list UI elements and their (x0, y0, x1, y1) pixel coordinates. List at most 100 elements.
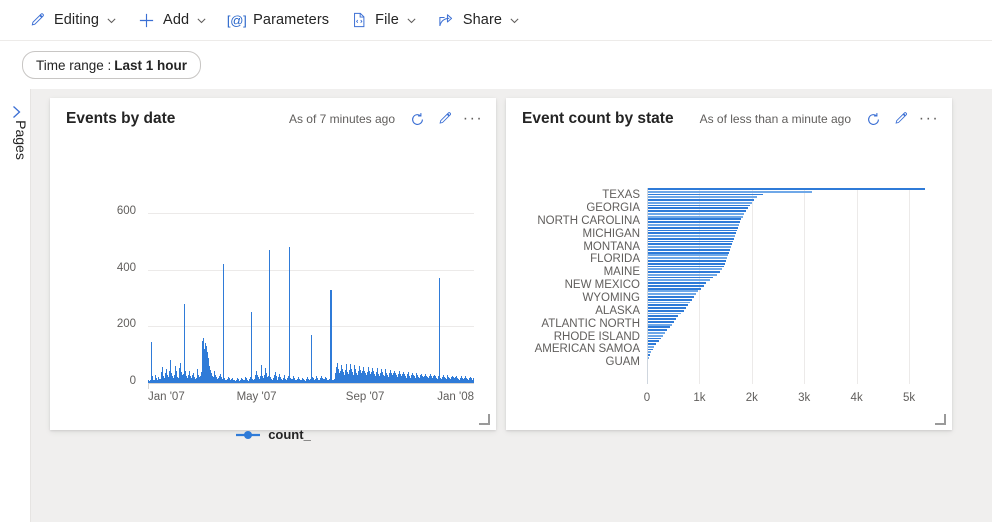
card-event-count-by-state: Event count by state As of less than a m… (506, 98, 952, 430)
category-label: ALASKA (595, 304, 640, 317)
bar (647, 221, 741, 224)
bar (647, 257, 727, 260)
category-label: GUAM (605, 356, 641, 369)
y-tick-label: 600 (116, 205, 136, 217)
refresh-icon[interactable] (860, 106, 886, 132)
gridline (909, 188, 911, 384)
category-label: FLORIDA (590, 253, 640, 266)
bar (647, 337, 661, 340)
bar (311, 334, 313, 383)
bar (647, 218, 742, 221)
card-header-actions: As of less than a minute ago ··· (700, 106, 942, 132)
category-label: TEXAS (602, 189, 640, 201)
file-button[interactable]: File (343, 4, 423, 36)
event-count-by-state-chart[interactable]: 0 1k 2k 3k 4k 5k TEXAS GEORGIA NORTH CAROLINA MIC… (506, 140, 952, 430)
category-label: WYOMING (582, 291, 641, 304)
parameters-label: Parameters (253, 12, 330, 28)
card-resize-handle[interactable] (479, 414, 490, 425)
x-tick-label: Jan '07 (148, 391, 185, 403)
ellipsis-icon[interactable]: ··· (460, 106, 486, 132)
category-label: AMERICAN SAMOA (534, 343, 640, 356)
bar (647, 193, 764, 196)
bar (647, 254, 728, 257)
bar (647, 312, 682, 315)
bar (647, 271, 721, 273)
bar (647, 326, 670, 329)
category-label: NEW MEXICO (564, 279, 640, 291)
card-resize-handle[interactable] (935, 414, 946, 425)
parameters-button[interactable]: [@] Parameters (221, 4, 335, 36)
bar (647, 284, 704, 287)
bar (647, 296, 695, 298)
y-tick-label: 200 (116, 318, 136, 331)
x-tick-label: 2k (745, 392, 758, 404)
x-tick-label: 0 (643, 392, 651, 404)
time-range-prefix: Time range : (36, 57, 112, 73)
category-label: GEORGIA (586, 201, 640, 214)
editing-label: Editing (54, 12, 100, 28)
edit-pencil-icon[interactable] (432, 106, 458, 132)
gridline (148, 326, 474, 328)
time-range-filter[interactable]: Time range : Last 1 hour (22, 51, 202, 79)
bar (647, 251, 729, 254)
chevron-down-icon (406, 15, 417, 26)
bar (647, 237, 734, 240)
bar (647, 212, 745, 215)
refresh-icon[interactable] (404, 106, 430, 132)
add-label: Add (163, 12, 190, 28)
x-axis-line (148, 383, 474, 384)
card-header-actions: As of 7 minutes ago ··· (289, 106, 486, 132)
editing-button[interactable]: Editing (22, 4, 123, 36)
dashboard-canvas: Pages Events by date As of 7 minutes ago… (0, 89, 992, 522)
code-file-icon (349, 11, 368, 30)
as-of-label: As of less than a minute ago (699, 112, 851, 126)
bar (647, 190, 813, 193)
bar (647, 329, 668, 332)
bar (269, 249, 271, 383)
category-label: MAINE (603, 266, 640, 279)
edit-pencil-icon[interactable] (888, 106, 914, 132)
bar (647, 282, 707, 284)
workbook-page: Editing Add [@] Parameters File Share Ti… (0, 0, 992, 522)
gridline (856, 188, 858, 384)
category-label: RHODE ISLAND (553, 330, 640, 343)
bar (647, 235, 736, 237)
card-title: Events by date (66, 110, 176, 127)
bar (647, 226, 739, 229)
bar (250, 312, 252, 383)
gridline (148, 269, 474, 271)
bar (647, 265, 724, 268)
bar (647, 232, 737, 235)
card-header: Events by date As of 7 minutes ago ··· (50, 98, 496, 140)
y-axis-tick (148, 383, 149, 389)
legend-label: count_ (268, 427, 311, 442)
category-label: MONTANA (583, 240, 640, 253)
bar (647, 340, 659, 343)
bar (647, 196, 758, 199)
bar (647, 224, 740, 226)
bar (647, 268, 722, 271)
events-by-date-chart[interactable]: 0 200 400 600 Jan '07 May '07 Sep '07 Jan '08 c… (50, 140, 496, 442)
share-button[interactable]: Share (431, 4, 526, 36)
bar (330, 289, 332, 383)
category-label: NORTH CAROLINA (537, 214, 640, 227)
bar (647, 276, 713, 279)
bar (647, 318, 677, 320)
at-bracket-icon: [@] (226, 12, 247, 28)
gridline (804, 188, 806, 384)
card-events-by-date: Events by date As of 7 minutes ago ··· 0… (50, 98, 496, 442)
bar (647, 290, 699, 293)
x-tick-label: 3k (798, 392, 811, 404)
chart-legend[interactable]: count_ (50, 427, 496, 442)
pages-label[interactable]: Pages (12, 110, 30, 170)
add-button[interactable]: Add (131, 4, 213, 36)
bar (647, 201, 753, 204)
bar (647, 307, 686, 309)
ellipsis-icon[interactable]: ··· (916, 106, 942, 132)
bar (647, 279, 710, 282)
share-label: Share (462, 12, 503, 28)
y-tick-label: 400 (116, 261, 136, 274)
bar (647, 323, 672, 326)
bar (647, 260, 726, 262)
bar (647, 293, 697, 296)
